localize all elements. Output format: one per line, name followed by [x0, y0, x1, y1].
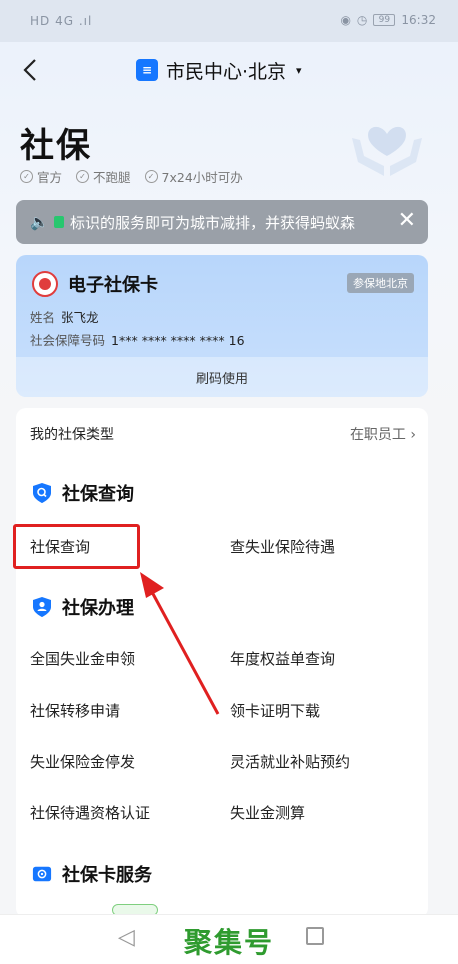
insurance-type-value: 在职员工 › — [349, 427, 416, 443]
clock: 16:32 — [401, 13, 436, 27]
close-icon[interactable]: ✕ — [398, 208, 416, 233]
card-name-row: 姓名 张飞龙 — [30, 310, 99, 325]
service-item-benefit-stop[interactable]: 失业保险金停发 — [30, 751, 135, 772]
service-item-flexible-subsidy[interactable]: 灵活就业补贴预约 — [230, 751, 350, 772]
back-button[interactable] — [18, 56, 44, 84]
card-logo-icon — [32, 271, 58, 297]
service-item-transfer[interactable]: 社保转移申请 — [30, 700, 120, 721]
card-title: 电子社保卡 — [68, 275, 158, 296]
insurance-type-row[interactable]: 我的社保类型 在职员工 › — [30, 422, 416, 444]
notice-bar[interactable]: 🔈 标识的服务即可为城市减排，并获得蚂蚁森 ✕ — [16, 200, 428, 244]
check-icon: ✓ — [144, 170, 158, 183]
citizen-center-icon: ≡ — [136, 59, 158, 81]
tag-no-trip: ✓ 不跑腿 — [76, 167, 131, 186]
recent-apps-icon[interactable] — [306, 927, 324, 945]
service-item-benefit-calculator[interactable]: 失业金测算 — [230, 802, 305, 823]
insurance-type-label: 我的社保类型 — [30, 427, 114, 443]
highlight-box — [13, 524, 140, 569]
page-title: 社保 — [20, 126, 92, 166]
service-tags: ✓ 官方 ✓ 不跑腿 ✓ 7x24小时可办 — [20, 167, 243, 186]
section-handle-header: 社保办理 — [32, 594, 134, 620]
alarm-icon: ◷ — [356, 13, 368, 27]
social-security-card[interactable]: 电子社保卡 参保地北京 姓名 张飞龙 社会保障号码 1*** **** **** *… — [16, 255, 428, 397]
service-item-card-certificate[interactable]: 领卡证明下载 — [230, 700, 320, 721]
heart-hands-icon — [352, 126, 422, 176]
service-item-qualification[interactable]: 社保待遇资格认证 — [30, 802, 150, 823]
service-item-unemployment-benefits-query[interactable]: 查失业保险待遇 — [230, 536, 335, 557]
back-triangle-icon[interactable]: ◁ — [118, 925, 135, 950]
system-nav-bar: ◁ 聚集号 — [0, 914, 458, 964]
service-item-unemployment-claim[interactable]: 全国失业金申领 — [30, 648, 135, 669]
speaker-icon: 🔈 — [30, 213, 49, 231]
card-id-row: 社会保障号码 1*** **** **** **** 16 — [30, 333, 245, 348]
tag-official: ✓ 官方 — [20, 167, 62, 186]
chevron-left-icon — [23, 59, 36, 81]
green-badge-icon — [54, 216, 64, 228]
eye-icon: ◉ — [340, 13, 351, 27]
tag-24h: ✓ 7x24小时可办 — [144, 167, 243, 186]
region-badge: 参保地北京 — [347, 273, 414, 293]
shield-search-icon — [33, 483, 51, 503]
card-service-icon — [32, 866, 52, 882]
shield-user-icon — [33, 597, 51, 617]
nav-bar: ≡ 市民中心·北京 ▾ — [0, 42, 458, 98]
city-selector[interactable]: ≡ 市民中心·北京 ▾ — [136, 56, 302, 84]
caret-down-icon: ▾ — [296, 63, 302, 77]
section-query-header: 社保查询 — [32, 480, 134, 506]
screen: HD 4G .ıl ◉ ◷ 99 16:32 ≡ 市民中心·北京 ▾ 社保 ✓ 官… — [0, 0, 458, 964]
battery-icon: 99 — [373, 14, 396, 26]
status-bar: HD 4G .ıl ◉ ◷ 99 16:32 — [0, 0, 458, 42]
check-icon: ✓ — [20, 170, 33, 183]
nav-title: 市民中心·北京 — [166, 60, 287, 83]
check-icon: ✓ — [76, 170, 90, 183]
scan-code-button[interactable]: 刷码使用 — [16, 357, 428, 397]
signal-indicator: HD 4G .ıl — [30, 14, 93, 28]
status-right: ◉ ◷ 99 16:32 — [340, 13, 436, 27]
notice-text: 标识的服务即可为城市减排，并获得蚂蚁森 — [70, 213, 356, 232]
service-item-annual-statement[interactable]: 年度权益单查询 — [230, 648, 335, 669]
section-card-header: 社保卡服务 — [32, 861, 152, 887]
watermark: 聚集号 — [184, 926, 275, 959]
